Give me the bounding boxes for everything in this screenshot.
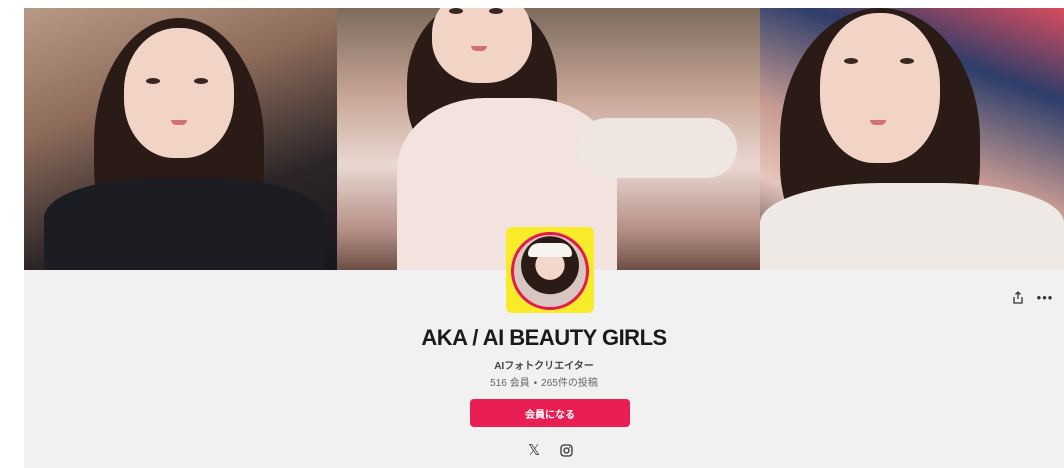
- share-icon-glyph: [1013, 290, 1023, 304]
- member-count: 516 会員: [490, 378, 530, 389]
- banner-photo-1: [24, 8, 337, 270]
- instagram-icon[interactable]: [558, 442, 574, 458]
- instagram-icon-glyph: [559, 443, 573, 457]
- avatar-hat: [528, 243, 572, 257]
- page: ••• AKA / AI BEAUTY GIRLS AIフォトクリエイター 51…: [0, 0, 1064, 468]
- creator-profile-panel: ••• AKA / AI BEAUTY GIRLS AIフォトクリエイター 51…: [24, 8, 1064, 468]
- banner-photo-3: [760, 8, 1064, 270]
- stats-separator: •: [533, 378, 538, 389]
- profile-stats: 516 会員 • 265件の投稿: [24, 374, 1064, 389]
- profile-tagline: AIフォトクリエイター: [494, 361, 594, 372]
- post-count: 265件の投稿: [541, 378, 598, 389]
- more-options-button[interactable]: •••: [1037, 289, 1053, 305]
- join-membership-button[interactable]: 会員になる: [470, 399, 630, 427]
- x-twitter-icon[interactable]: 𝕏: [526, 442, 542, 459]
- avatar-image: [511, 232, 589, 310]
- profile-name: AKA / AI BEAUTY GIRLS: [421, 325, 667, 350]
- creator-avatar[interactable]: [506, 227, 594, 313]
- share-icon[interactable]: [1010, 289, 1026, 305]
